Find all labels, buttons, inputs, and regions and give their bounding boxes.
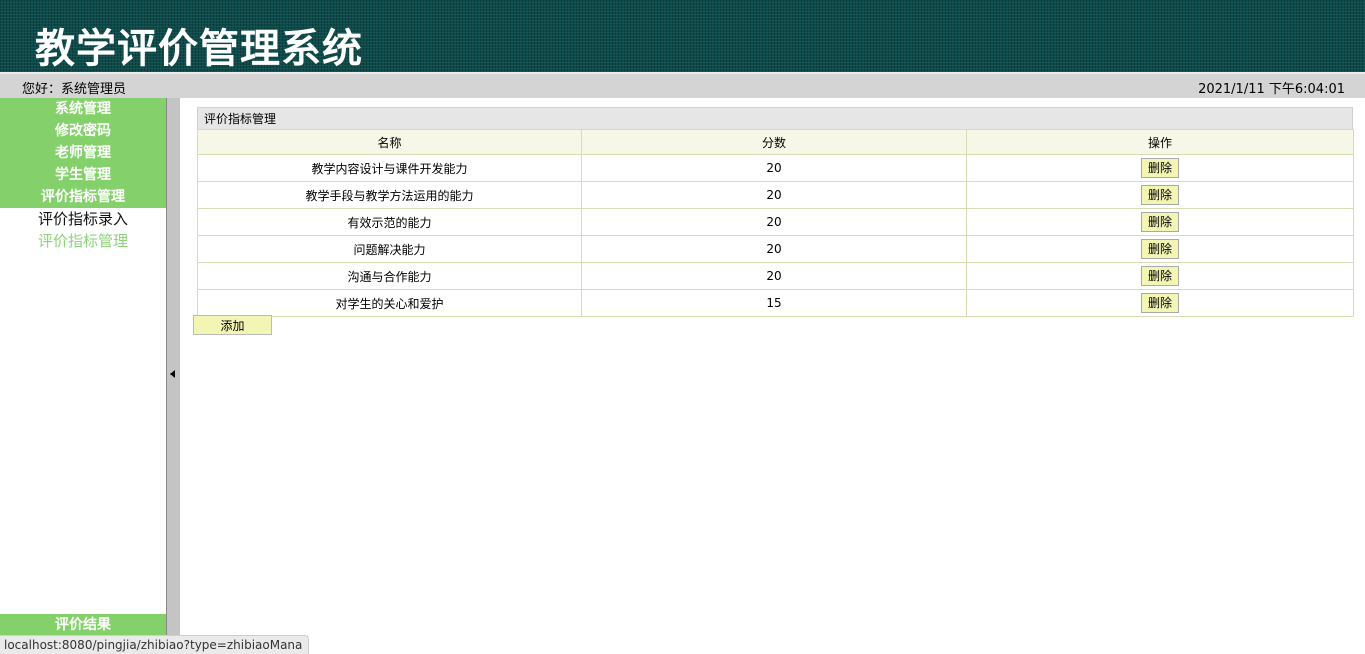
- column-header-score: 分数: [581, 129, 967, 155]
- table-row: 沟通与合作能力 20 删除: [197, 262, 1354, 290]
- indicator-score: 20: [581, 208, 967, 236]
- delete-button[interactable]: 删除: [1140, 185, 1179, 205]
- indicator-name: 有效示范的能力: [197, 208, 582, 236]
- indicator-score: 15: [581, 289, 967, 317]
- app-header: 教学评价管理系统: [0, 0, 1365, 72]
- indicator-score: 20: [581, 235, 967, 263]
- indicator-name: 教学手段与教学方法运用的能力: [197, 181, 582, 209]
- user-greeting: 您好：系统管理员: [22, 82, 127, 97]
- top-info-bar: 您好：系统管理员 2021/1/11 下午6:04:01: [0, 72, 1365, 98]
- delete-button[interactable]: 删除: [1140, 293, 1179, 313]
- collapse-arrow-icon[interactable]: [170, 370, 175, 378]
- menu-indicator-management[interactable]: 评价指标管理: [0, 186, 166, 208]
- menu-change-password[interactable]: 修改密码: [0, 120, 166, 142]
- indicator-table: 名称 分数 操作 教学内容设计与课件开发能力 20 删除 教学手段与教学方法运用…: [197, 129, 1354, 317]
- app-title: 教学评价管理系统: [35, 26, 363, 72]
- indicator-score: 20: [581, 262, 967, 290]
- browser-status-url: localhost:8080/pingjia/zhibiao?type=zhib…: [0, 635, 310, 654]
- indicator-score: 20: [581, 154, 967, 182]
- column-header-action: 操作: [966, 129, 1354, 155]
- indicator-name: 教学内容设计与课件开发能力: [197, 154, 582, 182]
- sidebar-splitter[interactable]: [166, 98, 180, 654]
- add-button[interactable]: 添加: [193, 315, 272, 335]
- indicator-score: 20: [581, 181, 967, 209]
- table-row: 问题解决能力 20 删除: [197, 235, 1354, 263]
- sidebar: 系统管理 修改密码 老师管理 学生管理 评价指标管理 评价指标录入 评价指标管理…: [0, 98, 166, 654]
- menu-student-management[interactable]: 学生管理: [0, 164, 166, 186]
- indicator-panel: 评价指标管理 名称 分数 操作 教学内容设计与课件开发能力 20 删除 教学手段…: [197, 107, 1354, 317]
- menu-teacher-management[interactable]: 老师管理: [0, 142, 166, 164]
- submenu-indicator-entry[interactable]: 评价指标录入: [0, 208, 166, 230]
- delete-button[interactable]: 删除: [1140, 266, 1179, 286]
- menu-evaluation-results[interactable]: 评价结果: [0, 614, 166, 636]
- delete-button[interactable]: 删除: [1140, 158, 1179, 178]
- table-row: 教学内容设计与课件开发能力 20 删除: [197, 154, 1354, 182]
- table-row: 有效示范的能力 20 删除: [197, 208, 1354, 236]
- column-header-name: 名称: [197, 129, 582, 155]
- indicator-name: 沟通与合作能力: [197, 262, 582, 290]
- delete-button[interactable]: 删除: [1140, 239, 1179, 259]
- indicator-name: 对学生的关心和爱护: [197, 289, 582, 317]
- table-row: 对学生的关心和爱护 15 删除: [197, 289, 1354, 317]
- delete-button[interactable]: 删除: [1140, 212, 1179, 232]
- menu-system-management[interactable]: 系统管理: [0, 98, 166, 120]
- current-datetime: 2021/1/11 下午6:04:01: [1198, 82, 1345, 97]
- indicator-name: 问题解决能力: [197, 235, 582, 263]
- table-row: 教学手段与教学方法运用的能力 20 删除: [197, 181, 1354, 209]
- table-header-row: 名称 分数 操作: [197, 129, 1354, 155]
- submenu-indicator-management[interactable]: 评价指标管理: [0, 230, 166, 252]
- panel-title: 评价指标管理: [197, 107, 1353, 129]
